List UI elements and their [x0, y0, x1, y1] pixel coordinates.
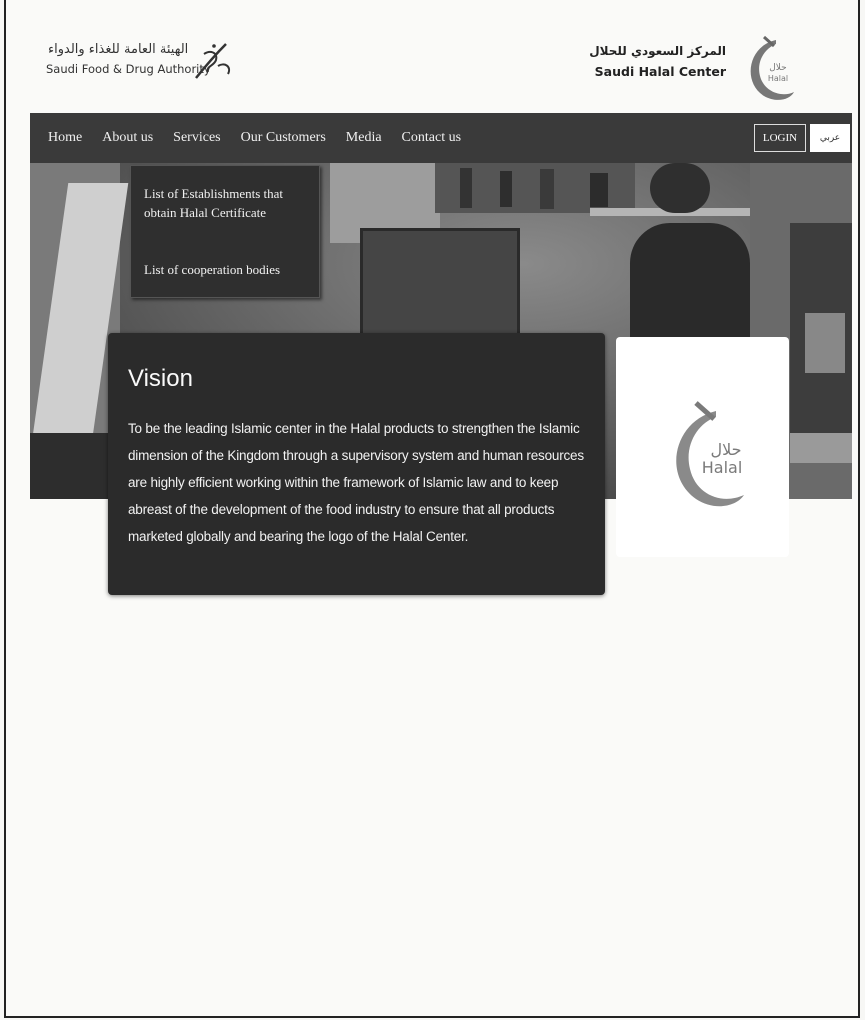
- sfda-emblem-icon: [195, 43, 230, 79]
- logo-arabic-text: حلال: [769, 63, 786, 73]
- sfda-english-name: Saudi Food & Drug Authority: [46, 62, 211, 76]
- vision-text: To be the leading Islamic center in the …: [128, 421, 584, 544]
- saudi-halal-center-logo[interactable]: المركز السعودي للحلال Saudi Halal Center…: [588, 34, 818, 104]
- nav-services[interactable]: Services: [173, 130, 220, 146]
- halal-card-english: Halal: [702, 458, 743, 477]
- nav-contact-us[interactable]: Contact us: [402, 130, 462, 146]
- vision-card: Vision To be the leading Islamic center …: [108, 333, 605, 595]
- halal-logo-card: حلال Halal: [616, 337, 789, 557]
- site-header: الهيئة العامة للغذاء والدواء Saudi Food …: [0, 0, 852, 110]
- nav-media[interactable]: Media: [346, 130, 382, 146]
- nav-our-customers[interactable]: Our Customers: [241, 130, 326, 146]
- halal-crescent-icon: حلال Halal: [750, 35, 794, 100]
- vision-title: Vision: [128, 365, 193, 392]
- login-button[interactable]: LOGIN: [754, 124, 806, 152]
- center-arabic-name: المركز السعودي للحلال: [589, 44, 726, 58]
- halal-card-arabic: حلال: [710, 440, 741, 459]
- logo-english-text: Halal: [768, 74, 788, 83]
- sfda-arabic-name: الهيئة العامة للغذاء والدواء: [48, 42, 189, 57]
- nav-home[interactable]: Home: [48, 130, 82, 146]
- sfda-logo[interactable]: الهيئة العامة للغذاء والدواء Saudi Food …: [40, 40, 240, 85]
- main-nav: Home About us Services Our Customers Med…: [30, 113, 852, 163]
- center-english-name: Saudi Halal Center: [594, 64, 726, 79]
- dropdown-item-establishments[interactable]: List of Establishments that obtain Halal…: [144, 184, 309, 222]
- nav-menu: Home About us Services Our Customers Med…: [48, 130, 461, 146]
- nav-about-us[interactable]: About us: [102, 130, 153, 146]
- language-toggle-button[interactable]: عربي: [810, 124, 850, 152]
- dropdown-item-cooperation-bodies[interactable]: List of cooperation bodies: [144, 260, 309, 279]
- services-dropdown: List of Establishments that obtain Halal…: [130, 165, 320, 298]
- halal-crescent-large-icon: حلال Halal: [676, 401, 744, 507]
